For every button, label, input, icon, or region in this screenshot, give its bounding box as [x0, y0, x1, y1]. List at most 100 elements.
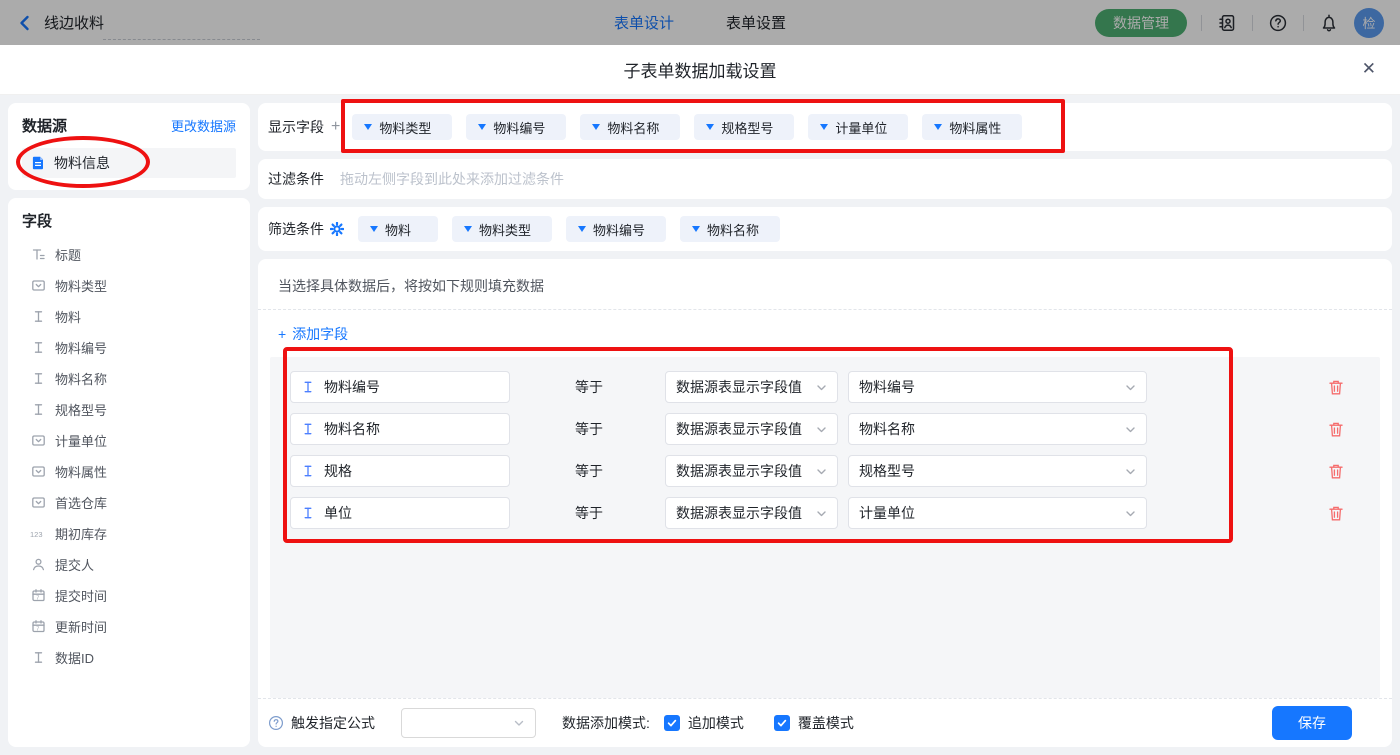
field-item[interactable]: 标题 — [22, 239, 236, 270]
fields-card: 字段 标题 物料类型 物料 物料编号 — [8, 198, 250, 747]
text-field-icon — [301, 464, 315, 478]
field-item[interactable]: 物料 — [22, 301, 236, 332]
delete-rule-button[interactable] — [1328, 463, 1344, 480]
field-chip[interactable]: 物料 — [358, 216, 438, 242]
target-field-box[interactable]: 物料名称 — [290, 413, 510, 445]
field-chip[interactable]: 物料类型 — [352, 114, 452, 140]
source-type-dropdown[interactable]: 数据源表显示字段值 — [665, 455, 838, 487]
tab-form-design[interactable]: 表单设计 — [614, 12, 674, 33]
triangle-down-icon — [592, 124, 600, 130]
change-datasource-link[interactable]: 更改数据源 — [171, 116, 236, 135]
triangle-down-icon — [464, 226, 472, 232]
field-item-label: 数据ID — [55, 648, 94, 667]
field-item[interactable]: 首选仓库 — [22, 487, 236, 518]
formula-select[interactable] — [401, 708, 536, 738]
topbar: 线边收料 表单设计 表单设置 数据管理 — [0, 0, 1400, 45]
field-chip[interactable]: 物料编号 — [566, 216, 666, 242]
text-field-icon — [30, 309, 46, 324]
field-item[interactable]: 物料属性 — [22, 456, 236, 487]
datasource-name: 物料信息 — [54, 153, 110, 173]
topbar-tabs: 表单设计 表单设置 — [0, 0, 1400, 45]
sidebar: 数据源 更改数据源 物料信息 — [8, 103, 250, 747]
overwrite-mode-checkbox[interactable]: 覆盖模式 — [774, 713, 854, 733]
source-field-dropdown[interactable]: 物料名称 — [848, 413, 1147, 445]
operator-label: 等于 — [575, 503, 635, 523]
svg-text:7: 7 — [36, 626, 39, 632]
source-field-dropdown[interactable]: 规格型号 — [848, 455, 1147, 487]
delete-rule-button[interactable] — [1328, 379, 1344, 396]
target-field-box[interactable]: 单位 — [290, 497, 510, 529]
select-field-icon — [30, 495, 46, 510]
tab-form-settings[interactable]: 表单设置 — [726, 12, 786, 33]
text-field-icon — [301, 380, 315, 394]
append-mode-checkbox[interactable]: 追加模式 — [664, 713, 744, 733]
triangle-down-icon — [934, 124, 942, 130]
modal-header: 子表单数据加载设置 ✕ — [0, 45, 1400, 95]
source-field-dropdown[interactable]: 计量单位 — [848, 497, 1147, 529]
field-item-label: 提交人 — [55, 555, 94, 574]
field-item[interactable]: 7 更新时间 — [22, 611, 236, 642]
title-field-icon — [30, 247, 46, 262]
add-field-button[interactable]: + 添加字段 — [258, 310, 1392, 357]
rule-row: 物料编号 等于 数据源表显示字段值 物料编号 — [270, 371, 1380, 403]
field-item-label: 规格型号 — [55, 400, 107, 419]
field-item[interactable]: 物料名称 — [22, 363, 236, 394]
chevron-down-icon — [816, 508, 827, 519]
filter-drop-placeholder: 拖动左侧字段到此处来添加过滤条件 — [340, 169, 564, 189]
field-chip[interactable]: 物料名称 — [580, 114, 680, 140]
field-item[interactable]: 规格型号 — [22, 394, 236, 425]
help-circle-icon[interactable] — [268, 715, 284, 731]
field-item-label: 期初库存 — [55, 524, 107, 543]
field-item[interactable]: 物料编号 — [22, 332, 236, 363]
document-icon — [30, 155, 46, 171]
display-fields-band: 显示字段 + 物料类型 物料编号 物料名称 规格型号 计量单位 物料属性 — [258, 103, 1392, 151]
svg-text:123: 123 — [30, 530, 43, 539]
field-chip[interactable]: 物料名称 — [680, 216, 780, 242]
triangle-down-icon — [364, 124, 372, 130]
field-item[interactable]: 提交人 — [22, 549, 236, 580]
field-item[interactable]: 物料类型 — [22, 270, 236, 301]
select-field-icon — [30, 278, 46, 293]
triangle-down-icon — [370, 226, 378, 232]
operator-label: 等于 — [575, 461, 635, 481]
field-chip[interactable]: 物料属性 — [922, 114, 1022, 140]
modal-footer: 触发指定公式 数据添加模式: 追加模式 — [258, 699, 1392, 747]
triangle-down-icon — [706, 124, 714, 130]
text-field-icon — [301, 506, 315, 520]
rule-row: 规格 等于 数据源表显示字段值 规格型号 — [270, 455, 1380, 487]
source-type-dropdown[interactable]: 数据源表显示字段值 — [665, 371, 838, 403]
field-item[interactable]: 计量单位 — [22, 425, 236, 456]
field-chip[interactable]: 物料编号 — [466, 114, 566, 140]
field-item[interactable]: 123 期初库存 — [22, 518, 236, 549]
delete-rule-button[interactable] — [1328, 505, 1344, 522]
datasource-card: 数据源 更改数据源 物料信息 — [8, 103, 250, 190]
close-icon[interactable]: ✕ — [1362, 59, 1376, 79]
source-field-dropdown[interactable]: 物料编号 — [848, 371, 1147, 403]
screen-condition-label: 筛选条件 — [268, 219, 324, 239]
save-button[interactable]: 保存 — [1272, 706, 1352, 740]
gear-icon[interactable] — [330, 222, 344, 236]
target-field-box[interactable]: 规格 — [290, 455, 510, 487]
screen: 线边收料 表单设计 表单设置 数据管理 — [0, 0, 1400, 755]
source-type-dropdown[interactable]: 数据源表显示字段值 — [665, 497, 838, 529]
target-field-box[interactable]: 物料编号 — [290, 371, 510, 403]
modal-title: 子表单数据加载设置 — [624, 57, 777, 82]
triangle-down-icon — [692, 226, 700, 232]
source-type-dropdown[interactable]: 数据源表显示字段值 — [665, 413, 838, 445]
trash-icon — [1328, 379, 1344, 396]
delete-rule-button[interactable] — [1328, 421, 1344, 438]
field-chip[interactable]: 物料类型 — [452, 216, 552, 242]
fill-rules-card: 当选择具体数据后，将按如下规则填充数据 + 添加字段 物料编号 等于 — [258, 259, 1392, 747]
trash-icon — [1328, 505, 1344, 522]
filter-condition-band[interactable]: 过滤条件 拖动左侧字段到此处来添加过滤条件 — [258, 159, 1392, 199]
field-item[interactable]: 数据ID — [22, 642, 236, 673]
svg-text:7: 7 — [36, 595, 39, 601]
field-chip[interactable]: 计量单位 — [808, 114, 908, 140]
subform-data-load-modal: 子表单数据加载设置 ✕ 数据源 更改数据源 — [0, 45, 1400, 755]
add-display-field-button[interactable]: + — [331, 118, 340, 136]
field-item-label: 首选仓库 — [55, 493, 107, 512]
field-item[interactable]: 7 提交时间 — [22, 580, 236, 611]
datasource-selected-item[interactable]: 物料信息 — [22, 148, 236, 178]
modal-body: 数据源 更改数据源 物料信息 — [0, 95, 1400, 755]
field-chip[interactable]: 规格型号 — [694, 114, 794, 140]
